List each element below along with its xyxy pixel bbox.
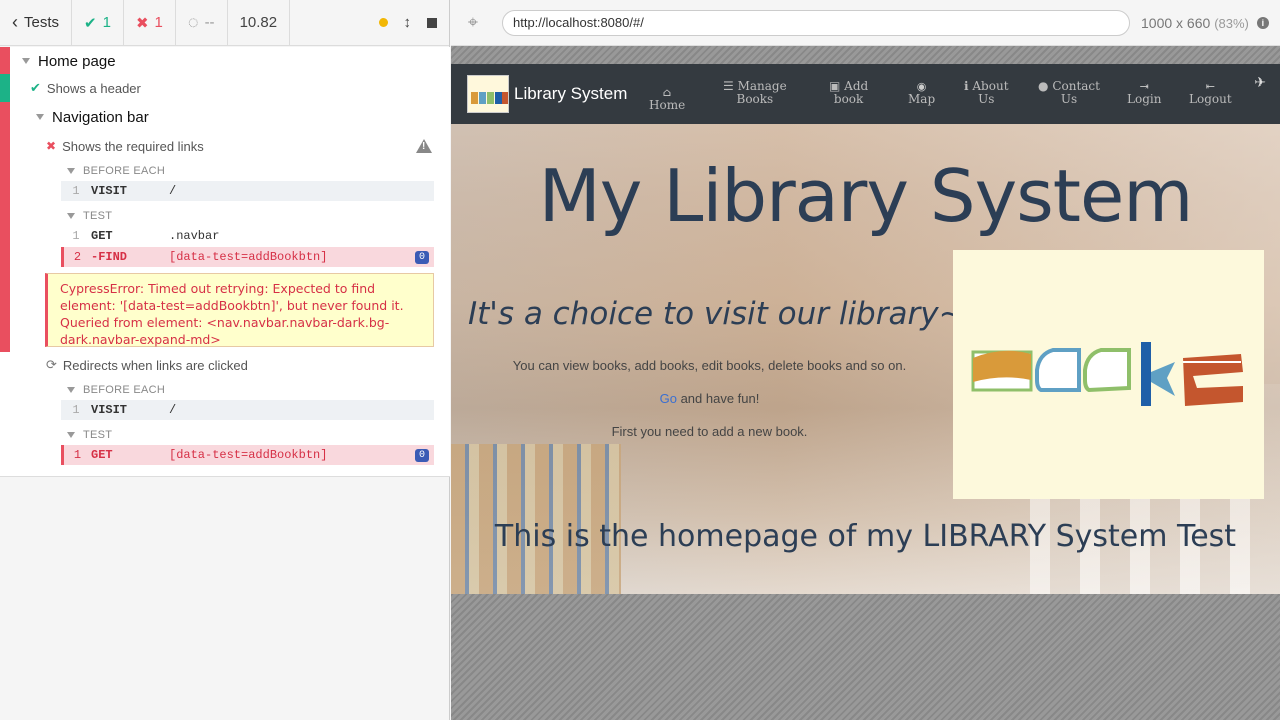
navbar: Library System ⌂ Home ☰ Manage Books ▣ A… [451,64,1280,124]
command-get-failed[interactable]: 1 GET [data-test=addBookbtn] 0 [61,445,434,465]
command-get[interactable]: 1 GET .navbar [61,226,434,246]
instruction: First you need to add a new book. [611,424,808,439]
viewport-info: 1000 x 660 (83%) [1141,14,1249,31]
brand-logo[interactable] [467,75,509,113]
caret-down-icon [22,58,30,64]
caret-down-icon [36,114,44,120]
status-dot-icon [378,18,388,27]
command-find-failed[interactable]: 2 -FIND [data-test=addBookbtn] 0 [61,247,434,267]
stop-button[interactable] [427,17,437,28]
suite-navigation-bar[interactable]: Navigation bar [0,107,450,127]
navbar-toggler-icon[interactable]: ✈ [1254,74,1266,91]
reporter-header: ‹ Tests ✔ 1 ✖ 1 ◌ -- 10.82 ↕ [0,0,449,46]
app-under-test: ⌖ http://localhost:8080/#/ 1000 x 660 (8… [451,0,1280,720]
info-icon: ℹ [964,79,969,93]
site-frame: Library System ⌂ Home ☰ Manage Books ▣ A… [451,64,1280,594]
pending-count[interactable]: ◌ -- [176,0,228,46]
test-redirects[interactable]: ⟳ Redirects when links are clicked [0,355,450,375]
nav-about-us[interactable]: ℹ About Us [964,80,1009,106]
x-icon: ✖ [135,14,149,32]
description: You can view books, add books, edit book… [512,358,907,373]
test-shows-header[interactable]: ✔ Shows a header [0,78,450,98]
reporter-panel: ‹ Tests ✔ 1 ✖ 1 ◌ -- 10.82 ↕ Home page ✔… [0,0,450,720]
check-icon: ✔ [84,14,97,32]
hook-test[interactable]: TEST [0,208,450,224]
nav-manage-books[interactable]: ☰ Manage Books [723,80,787,106]
x-icon: ✖ [46,139,57,153]
comment-icon: ● [1038,79,1049,93]
caret-down-icon [67,168,75,174]
runnables-list: Home page ✔ Shows a header Navigation ba… [0,47,450,477]
passed-count[interactable]: ✔ 1 [72,0,124,46]
check-icon: ✔ [30,80,41,95]
tests-label: Tests [24,14,60,31]
caret-down-icon [67,387,75,393]
refresh-icon: ⟳ [46,357,57,372]
nav-logout[interactable]: ⇤ Logout [1189,80,1232,106]
failed-count[interactable]: ✖ 1 [124,0,176,46]
command-visit[interactable]: 1 VISIT / [61,400,434,420]
error-message[interactable]: CypressError: Timed out retrying: Expect… [45,273,434,347]
books-logo-icon [971,342,1243,406]
spinner-icon: ◌ [187,12,199,32]
hook-before-each[interactable]: BEFORE EACH [0,382,450,398]
tagline: It's a choice to visit our library~~ [468,296,991,332]
hero-title: My Library System [538,154,1194,238]
camera-icon: ▣ [829,79,841,93]
brand-name[interactable]: Library System [514,84,627,104]
selector-playground-icon[interactable]: ⌖ [451,12,495,33]
warning-icon[interactable] [416,139,432,153]
caret-down-icon [67,432,75,438]
chevron-left-icon: ‹ [12,12,18,32]
url-bar[interactable]: http://localhost:8080/#/ [502,9,1130,36]
nav-map[interactable]: ◉ Map [908,80,935,106]
scroll-toggle-icon[interactable]: ↕ [404,14,412,31]
nav-contact-us[interactable]: ● Contact Us [1038,80,1100,106]
run-controls: ↕ [367,0,450,46]
command-visit[interactable]: 1 VISIT / [61,181,434,201]
nav-add-book[interactable]: ▣ Add book [829,80,868,106]
duration: 10.82 [228,0,291,46]
info-icon[interactable]: i [1256,16,1269,29]
nav-login[interactable]: ⇥ Login [1127,80,1161,106]
footer-text: This is the homepage of my LIBRARY Syste… [494,519,1237,554]
tests-button[interactable]: ‹ Tests [0,0,73,46]
nav-home[interactable]: ⌂ Home [649,86,685,112]
test-shows-required-links[interactable]: ✖ Shows the required links [0,136,450,156]
go-line: Go and have fun! [659,391,760,406]
hook-test[interactable]: TEST [0,427,450,443]
caret-down-icon [67,213,75,219]
list-icon: ☰ [723,79,734,93]
cypress-runner: ‹ Tests ✔ 1 ✖ 1 ◌ -- 10.82 ↕ Home page ✔… [0,0,1280,720]
element-count-badge: 0 [414,448,429,462]
go-link[interactable]: Go [660,391,677,406]
hook-before-each[interactable]: BEFORE EACH [0,163,450,179]
aut-header: ⌖ http://localhost:8080/#/ 1000 x 660 (8… [451,0,1280,46]
element-count-badge: 0 [414,250,429,264]
suite-home-page[interactable]: Home page [0,51,450,71]
books-illustration [953,250,1264,499]
